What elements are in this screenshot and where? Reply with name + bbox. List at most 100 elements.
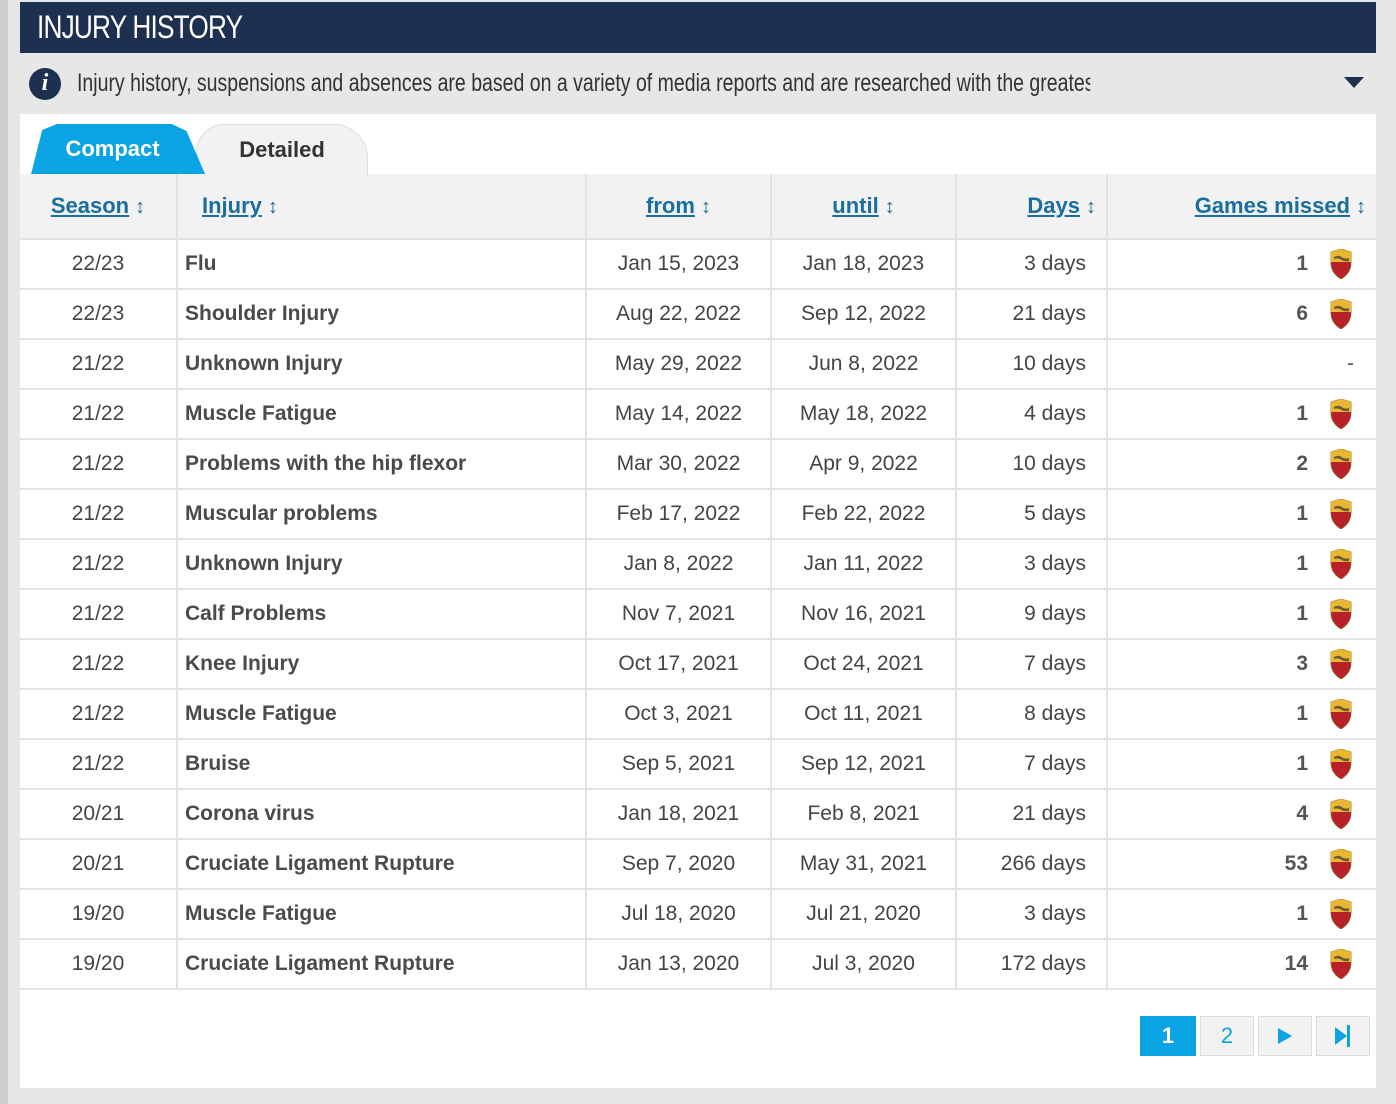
season-cell: 22/23 [20, 289, 178, 340]
col-header-season[interactable]: Season ↕ [20, 174, 178, 240]
injury-cell: Muscle Fatigue [177, 689, 587, 740]
last-page-button[interactable] [1316, 1016, 1370, 1056]
days-cell: 7 days [956, 739, 1108, 790]
from-date-cell: Sep 5, 2021 [586, 739, 772, 790]
table-row: 21/22 Muscle Fatigue Oct 3, 2021 Oct 11,… [20, 689, 1376, 740]
sort-season-link[interactable]: Season [51, 193, 129, 218]
club-crest-icon [1330, 649, 1352, 679]
games-missed-value: 6 [1296, 302, 1308, 325]
games-missed-cell: 14 [1107, 939, 1376, 990]
page-edge [0, 0, 8, 1104]
table-row: 21/22 Muscle Fatigue May 14, 2022 May 18… [20, 389, 1376, 440]
sort-icon[interactable]: ↕ [1086, 196, 1096, 218]
games-missed-cell: 1 [1107, 889, 1376, 940]
caret-down-icon[interactable] [1344, 77, 1364, 88]
until-date-cell: Oct 24, 2021 [771, 639, 957, 690]
from-date-cell: May 14, 2022 [586, 389, 772, 440]
days-cell: 5 days [956, 489, 1108, 540]
col-header-injury[interactable]: Injury ↕ [177, 174, 587, 240]
club-crest-icon [1330, 499, 1352, 529]
next-page-button[interactable] [1258, 1016, 1312, 1056]
season-cell: 21/22 [20, 489, 178, 540]
club-crest-icon [1330, 849, 1352, 879]
injury-cell: Unknown Injury [177, 539, 587, 590]
table-row: 19/20 Muscle Fatigue Jul 18, 2020 Jul 21… [20, 889, 1376, 940]
table-row: 21/22 Problems with the hip flexor Mar 3… [20, 439, 1376, 490]
injury-cell: Calf Problems [177, 589, 587, 640]
from-date-cell: Nov 7, 2021 [586, 589, 772, 640]
club-crest-icon [1330, 449, 1352, 479]
days-cell: 3 days [956, 539, 1108, 590]
games-missed-cell: 1 [1107, 389, 1376, 440]
sort-icon[interactable]: ↕ [885, 196, 895, 218]
days-cell: 8 days [956, 689, 1108, 740]
games-missed-value: 1 [1296, 752, 1308, 775]
injury-cell: Problems with the hip flexor [177, 439, 587, 490]
table-row: 20/21 Cruciate Ligament Rupture Sep 7, 2… [20, 839, 1376, 890]
col-header-from[interactable]: from ↕ [586, 174, 772, 240]
sort-icon[interactable]: ↕ [1356, 196, 1366, 218]
sort-icon[interactable]: ↕ [135, 196, 145, 218]
days-cell: 21 days [956, 789, 1108, 840]
info-icon: i [29, 67, 61, 100]
from-date-cell: Feb 17, 2022 [586, 489, 772, 540]
days-cell: 21 days [956, 289, 1108, 340]
sort-from-link[interactable]: from [646, 193, 695, 218]
tab-compact[interactable]: Compact [31, 124, 205, 174]
injury-cell: Muscle Fatigue [177, 889, 587, 940]
until-date-cell: Feb 22, 2022 [771, 489, 957, 540]
from-date-cell: Jan 15, 2023 [586, 239, 772, 290]
days-cell: 9 days [956, 589, 1108, 640]
games-missed-value: 1 [1296, 602, 1308, 625]
table-row: 20/21 Corona virus Jan 18, 2021 Feb 8, 2… [20, 789, 1376, 840]
until-date-cell: May 31, 2021 [771, 839, 957, 890]
season-cell: 21/22 [20, 589, 178, 640]
sort-icon[interactable]: ↕ [701, 196, 711, 218]
from-date-cell: Aug 22, 2022 [586, 289, 772, 340]
season-cell: 20/21 [20, 789, 178, 840]
injury-cell: Cruciate Ligament Rupture [177, 939, 587, 990]
until-date-cell: Jan 11, 2022 [771, 539, 957, 590]
club-crest-icon [1330, 249, 1352, 279]
games-missed-cell: 2 [1107, 439, 1376, 490]
tab-detailed[interactable]: Detailed [196, 124, 368, 175]
season-cell: 21/22 [20, 739, 178, 790]
from-date-cell: May 29, 2022 [586, 339, 772, 390]
days-cell: 7 days [956, 639, 1108, 690]
sort-injury-link[interactable]: Injury [202, 193, 262, 218]
injury-history-box: INJURY HISTORY i Injury history, suspens… [20, 2, 1376, 1088]
table-row: 19/20 Cruciate Ligament Rupture Jan 13, … [20, 939, 1376, 990]
injury-cell: Flu [177, 239, 587, 290]
view-tabs: Compact Detailed [20, 114, 1376, 175]
until-date-cell: Sep 12, 2022 [771, 289, 957, 340]
from-date-cell: Oct 17, 2021 [586, 639, 772, 690]
page-1-button[interactable]: 1 [1140, 1016, 1196, 1056]
injury-cell: Cruciate Ligament Rupture [177, 839, 587, 890]
sort-days-link[interactable]: Days [1027, 193, 1080, 218]
table-row: 21/22 Unknown Injury May 29, 2022 Jun 8,… [20, 339, 1376, 390]
pagination: 1 2 [1140, 1016, 1370, 1056]
days-cell: 3 days [956, 239, 1108, 290]
col-header-until[interactable]: until ↕ [771, 174, 957, 240]
club-crest-icon [1330, 399, 1352, 429]
col-header-games-missed[interactable]: Games missed ↕ [1107, 174, 1376, 240]
table-row: 21/22 Bruise Sep 5, 2021 Sep 12, 2021 7 … [20, 739, 1376, 790]
club-crest-icon [1330, 899, 1352, 929]
season-cell: 21/22 [20, 689, 178, 740]
games-missed-value: 1 [1296, 502, 1308, 525]
page-2-button[interactable]: 2 [1200, 1016, 1254, 1056]
injury-table: Season ↕ Injury ↕ from ↕ until ↕ Days ↕ Games… [20, 174, 1376, 990]
until-date-cell: May 18, 2022 [771, 389, 957, 440]
games-missed-cell: - [1107, 339, 1376, 390]
col-header-days[interactable]: Days ↕ [956, 174, 1108, 240]
table-row: 22/23 Shoulder Injury Aug 22, 2022 Sep 1… [20, 289, 1376, 340]
sort-until-link[interactable]: until [832, 193, 878, 218]
table-row: 21/22 Muscular problems Feb 17, 2022 Feb… [20, 489, 1376, 540]
season-cell: 21/22 [20, 439, 178, 490]
sort-games-link[interactable]: Games missed [1195, 193, 1350, 218]
games-missed-cell: 4 [1107, 789, 1376, 840]
season-cell: 20/21 [20, 839, 178, 890]
games-missed-value: 1 [1296, 552, 1308, 575]
games-missed-cell: 1 [1107, 239, 1376, 290]
sort-icon[interactable]: ↕ [268, 196, 278, 218]
